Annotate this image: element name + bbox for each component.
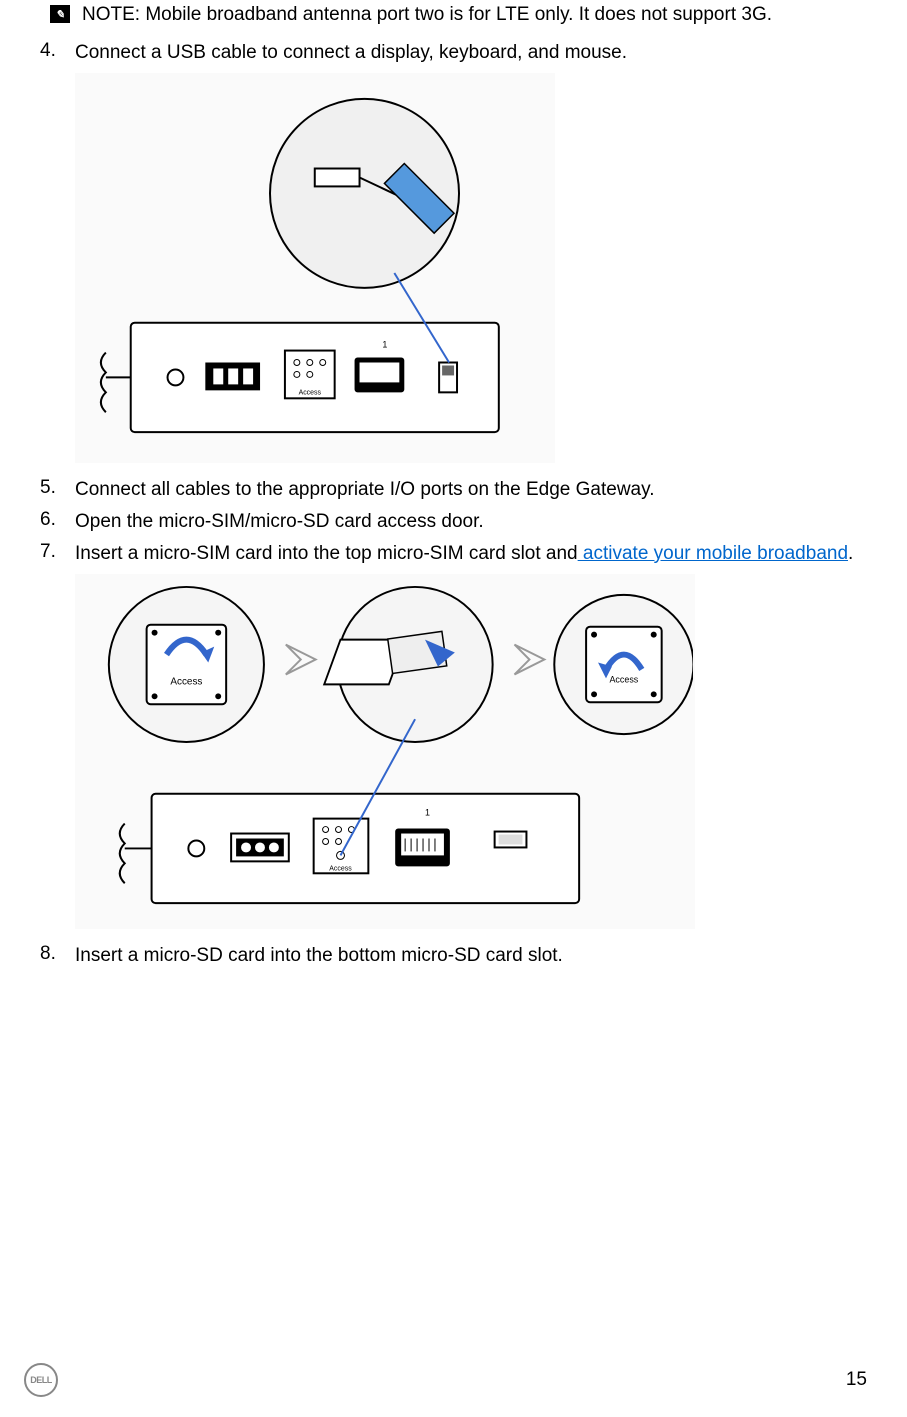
svg-text:Access: Access [170, 677, 202, 688]
note-icon-glyph: ✎ [55, 8, 64, 21]
footer: DELL 15 [24, 1363, 867, 1397]
step-6-number: 6. [40, 509, 75, 531]
step-7-suffix: . [848, 543, 853, 564]
step-4-number: 4. [40, 40, 75, 62]
note-text: NOTE: Mobile broadband antenna port two … [82, 2, 772, 28]
svg-text:Access: Access [329, 866, 352, 873]
figure-1-illustration: Access 1 [76, 74, 554, 462]
svg-text:Access: Access [609, 675, 638, 685]
activate-broadband-link[interactable]: activate your mobile broadband [578, 543, 848, 564]
note-label: NOTE: [82, 4, 140, 25]
figure-2-illustration: Access Access [77, 575, 694, 928]
svg-text:1: 1 [425, 808, 430, 818]
svg-text:1: 1 [383, 340, 388, 350]
step-4-text: Connect a USB cable to connect a display… [75, 40, 627, 66]
step-6-text: Open the micro-SIM/micro-SD card access … [75, 509, 484, 535]
dell-logo-text: DELL [30, 1375, 52, 1385]
step-8: 8. Insert a micro-SD card into the botto… [40, 943, 867, 969]
step-7-number: 7. [40, 541, 75, 563]
note-block: ✎ NOTE: Mobile broadband antenna port tw… [50, 2, 867, 28]
step-8-text: Insert a micro-SD card into the bottom m… [75, 943, 563, 969]
step-7-text: Insert a micro-SIM card into the top mic… [75, 541, 853, 567]
note-icon: ✎ [50, 5, 70, 23]
step-5: 5. Connect all cables to the appropriate… [40, 477, 867, 503]
step-5-number: 5. [40, 477, 75, 499]
svg-text:Access: Access [299, 390, 322, 397]
step-4: 4. Connect a USB cable to connect a disp… [40, 40, 867, 66]
step-5-text: Connect all cables to the appropriate I/… [75, 477, 655, 503]
step-8-number: 8. [40, 943, 75, 965]
figure-usb-connection: Access 1 [75, 73, 555, 463]
note-body: Mobile broadband antenna port two is for… [145, 4, 772, 25]
figure-sim-insertion: Access Access [75, 574, 695, 929]
step-7: 7. Insert a micro-SIM card into the top … [40, 541, 867, 567]
step-7-prefix: Insert a micro-SIM card into the top mic… [75, 543, 578, 564]
step-6: 6. Open the micro-SIM/micro-SD card acce… [40, 509, 867, 535]
page-number: 15 [846, 1369, 867, 1391]
dell-logo-icon: DELL [24, 1363, 58, 1397]
